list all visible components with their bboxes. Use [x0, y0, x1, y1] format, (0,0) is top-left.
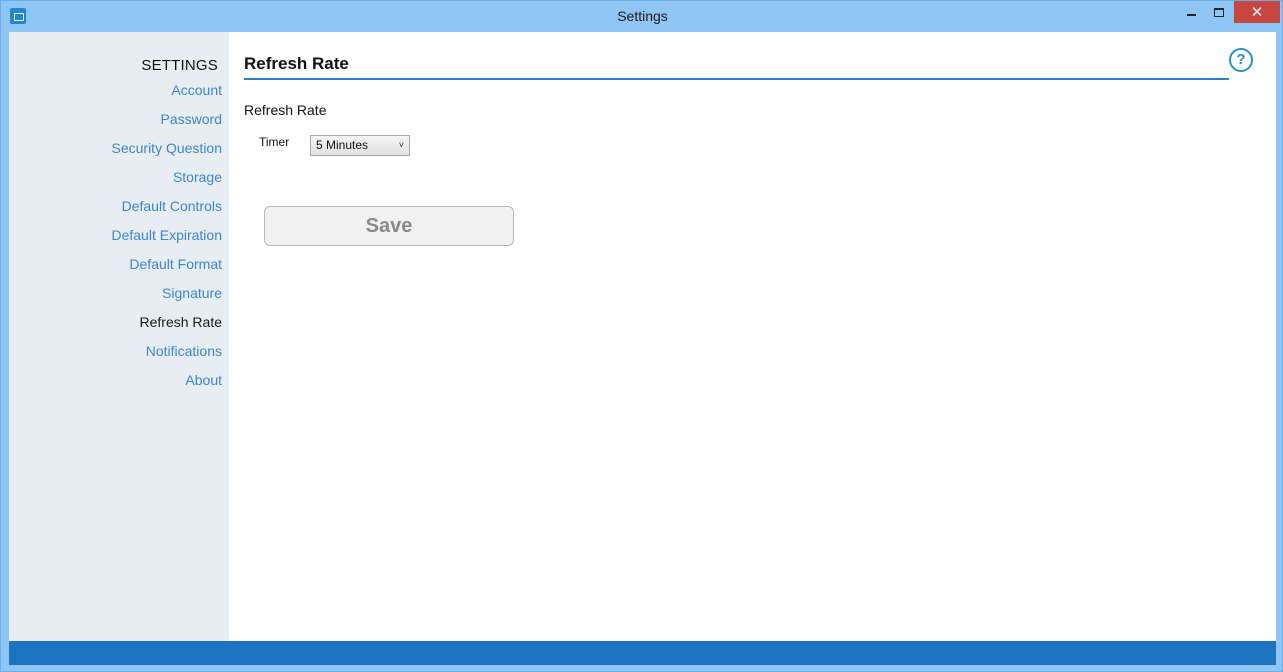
sidebar-item-account[interactable]: Account: [111, 81, 222, 110]
settings-nav: Account Password Security Question Stora…: [111, 81, 222, 400]
client-area: SETTINGS Account Password Security Quest…: [9, 32, 1276, 641]
sidebar-item-default-format[interactable]: Default Format: [111, 255, 222, 284]
title-bar[interactable]: Settings ✕: [1, 1, 1283, 32]
save-button[interactable]: Save: [264, 206, 514, 246]
minimize-icon: [1186, 14, 1196, 16]
sidebar-item-storage[interactable]: Storage: [111, 168, 222, 197]
section-label: Refresh Rate: [244, 102, 327, 118]
timer-label: Timer: [259, 135, 290, 149]
settings-content: Refresh Rate ? Refresh Rate Timer 5 Minu…: [229, 32, 1276, 641]
sidebar-item-default-controls[interactable]: Default Controls: [111, 197, 222, 226]
close-button[interactable]: ✕: [1234, 1, 1280, 23]
sidebar-item-signature[interactable]: Signature: [111, 284, 222, 313]
title-divider: [244, 78, 1229, 80]
minimize-button[interactable]: [1177, 1, 1205, 23]
window-title: Settings: [617, 8, 668, 24]
sidebar-item-password[interactable]: Password: [111, 110, 222, 139]
sidebar-item-about[interactable]: About: [111, 371, 222, 400]
timer-select[interactable]: 5 Minutes ˅: [310, 135, 410, 156]
maximize-icon: [1214, 7, 1224, 17]
sidebar-item-notifications[interactable]: Notifications: [111, 342, 222, 371]
settings-window: Settings ✕ SETTINGS Account Password Sec…: [0, 0, 1283, 672]
status-bar: [9, 641, 1276, 665]
chevron-down-icon: ˅: [398, 140, 404, 150]
sidebar-item-refresh-rate[interactable]: Refresh Rate: [111, 313, 222, 342]
close-icon: ✕: [1250, 4, 1264, 21]
sidebar-heading: SETTINGS: [141, 57, 218, 74]
timer-selected-value: 5 Minutes: [316, 138, 369, 152]
help-icon[interactable]: ?: [1229, 48, 1253, 72]
sidebar-item-security-question[interactable]: Security Question: [111, 139, 223, 168]
maximize-button[interactable]: [1206, 1, 1232, 23]
sidebar-item-default-expiration[interactable]: Default Expiration: [111, 226, 222, 255]
page-title: Refresh Rate: [244, 54, 349, 73]
settings-sidebar: SETTINGS Account Password Security Quest…: [9, 32, 229, 641]
